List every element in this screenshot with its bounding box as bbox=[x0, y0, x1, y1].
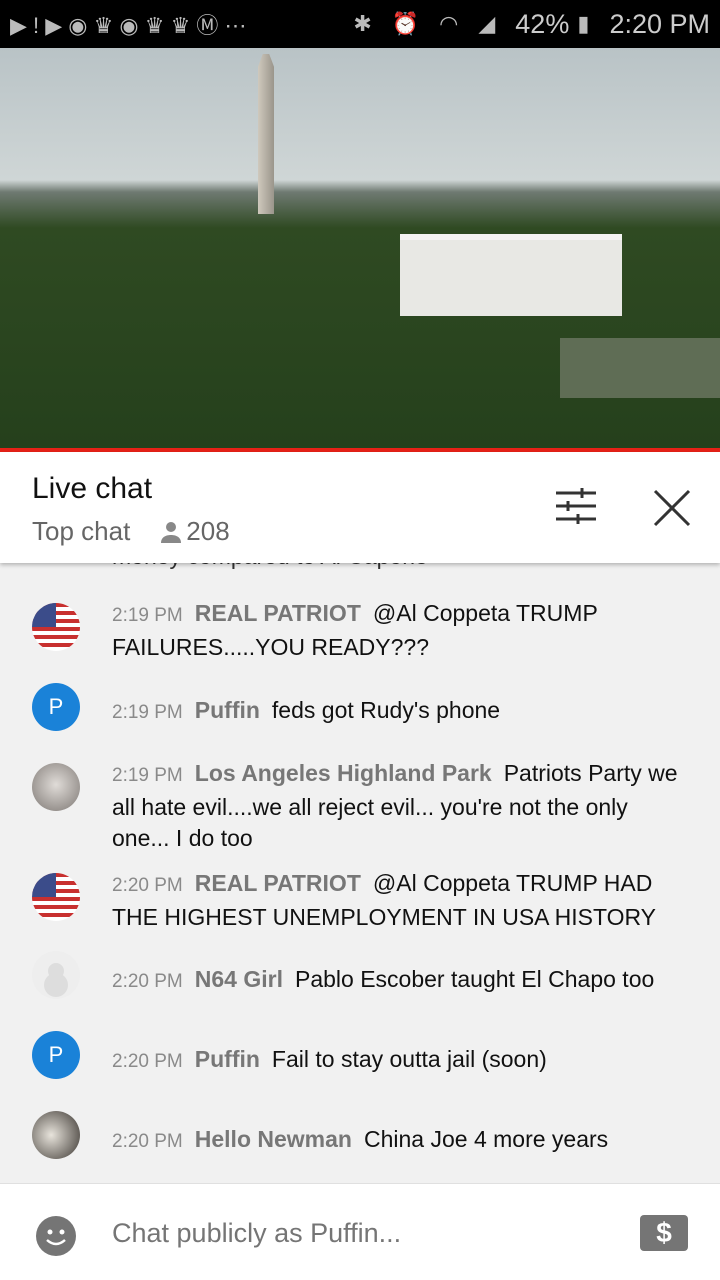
chat-message: 2:19 PM REAL PATRIOT @Al Coppeta TRUMP FAI… bbox=[0, 598, 720, 663]
chat-header: Live chat Top chat 208 bbox=[0, 452, 720, 563]
signal-icon: ◢ bbox=[478, 11, 496, 36]
chat-mode-dropdown[interactable]: Top chat bbox=[32, 516, 130, 547]
message-text: feds got Rudy's phone bbox=[271, 697, 501, 723]
message-time: 2:19 PM bbox=[112, 605, 183, 626]
emoji-icon[interactable] bbox=[36, 1216, 76, 1256]
clock: 2:20 PM bbox=[609, 8, 710, 39]
video-player[interactable] bbox=[0, 48, 720, 448]
chat-title: Live chat bbox=[32, 472, 153, 505]
battery-percent: 42% bbox=[515, 8, 570, 39]
message-author[interactable]: Puffin bbox=[195, 1046, 260, 1072]
chat-message: 2:20 PM REAL PATRIOT @Al Coppeta TRUMP HAD… bbox=[0, 868, 720, 933]
message-text: China Joe 4 more years bbox=[363, 1126, 609, 1152]
message-text: @Al Coppeta TRUMP HAD THE HIGHEST UNEMPL… bbox=[112, 870, 657, 930]
message-text: Fail to stay outta jail (soon) bbox=[271, 1046, 547, 1072]
close-icon[interactable] bbox=[652, 488, 692, 528]
chat-input[interactable] bbox=[112, 1218, 592, 1249]
video-frame-monument bbox=[258, 54, 274, 214]
message-time: 2:19 PM bbox=[112, 702, 183, 723]
message-author[interactable]: REAL PATRIOT bbox=[195, 600, 361, 626]
chat-message: 2:20 PM N64 Girl Pablo Escober taught El C… bbox=[0, 964, 720, 998]
message-author[interactable]: Puffin bbox=[195, 697, 260, 723]
message-author[interactable]: Hello Newman bbox=[195, 1126, 352, 1152]
dollar-icon: $ bbox=[656, 1217, 672, 1248]
alarm-icon: ⏰ bbox=[391, 11, 420, 36]
chat-message: 2:19 PM Puffin feds got Rudy's phone bbox=[0, 695, 720, 729]
super-chat-button[interactable]: $ bbox=[640, 1215, 688, 1251]
message-text: Pablo Escober taught El Chapo too bbox=[294, 966, 655, 992]
chat-message: 2:20 PM Puffin Fail to stay outta jail (so… bbox=[0, 1044, 720, 1078]
message-time: 2:20 PM bbox=[112, 971, 183, 992]
viewer-count: 208 bbox=[186, 516, 230, 546]
message-time: 2:20 PM bbox=[112, 1131, 183, 1152]
status-bar: ▶ ! ▶ ◉ ♛ ◉ ♛ ♛ Ⓜ ⋯ ✱ ⏰ ◠ ◢ 42% ▮ 2:20 P… bbox=[0, 0, 720, 48]
filter-icon[interactable] bbox=[556, 488, 596, 524]
message-author[interactable]: N64 Girl bbox=[195, 966, 283, 992]
chat-input-bar: $ bbox=[0, 1183, 720, 1280]
message-author[interactable]: Los Angeles Highland Park bbox=[195, 760, 492, 786]
message-time: 2:20 PM bbox=[112, 875, 183, 896]
person-icon bbox=[161, 521, 182, 543]
message-time: 2:19 PM bbox=[112, 765, 183, 786]
notification-icons: ▶ ! ▶ ◉ ♛ ◉ ♛ ♛ Ⓜ ⋯ bbox=[10, 13, 247, 38]
video-frame-building bbox=[400, 234, 622, 316]
chat-message: 2:20 PM Hello Newman China Joe 4 more year… bbox=[0, 1124, 720, 1158]
battery-icon: ▮ bbox=[577, 11, 590, 36]
chat-message: 2:19 PM Los Angeles Highland Park Patriots… bbox=[0, 758, 720, 855]
message-time: 2:20 PM bbox=[112, 1051, 183, 1072]
wifi-icon: ◠ bbox=[439, 11, 459, 36]
message-author[interactable]: REAL PATRIOT bbox=[195, 870, 361, 896]
bluetooth-icon: ✱ bbox=[353, 11, 372, 36]
video-frame-lawn bbox=[560, 338, 720, 398]
